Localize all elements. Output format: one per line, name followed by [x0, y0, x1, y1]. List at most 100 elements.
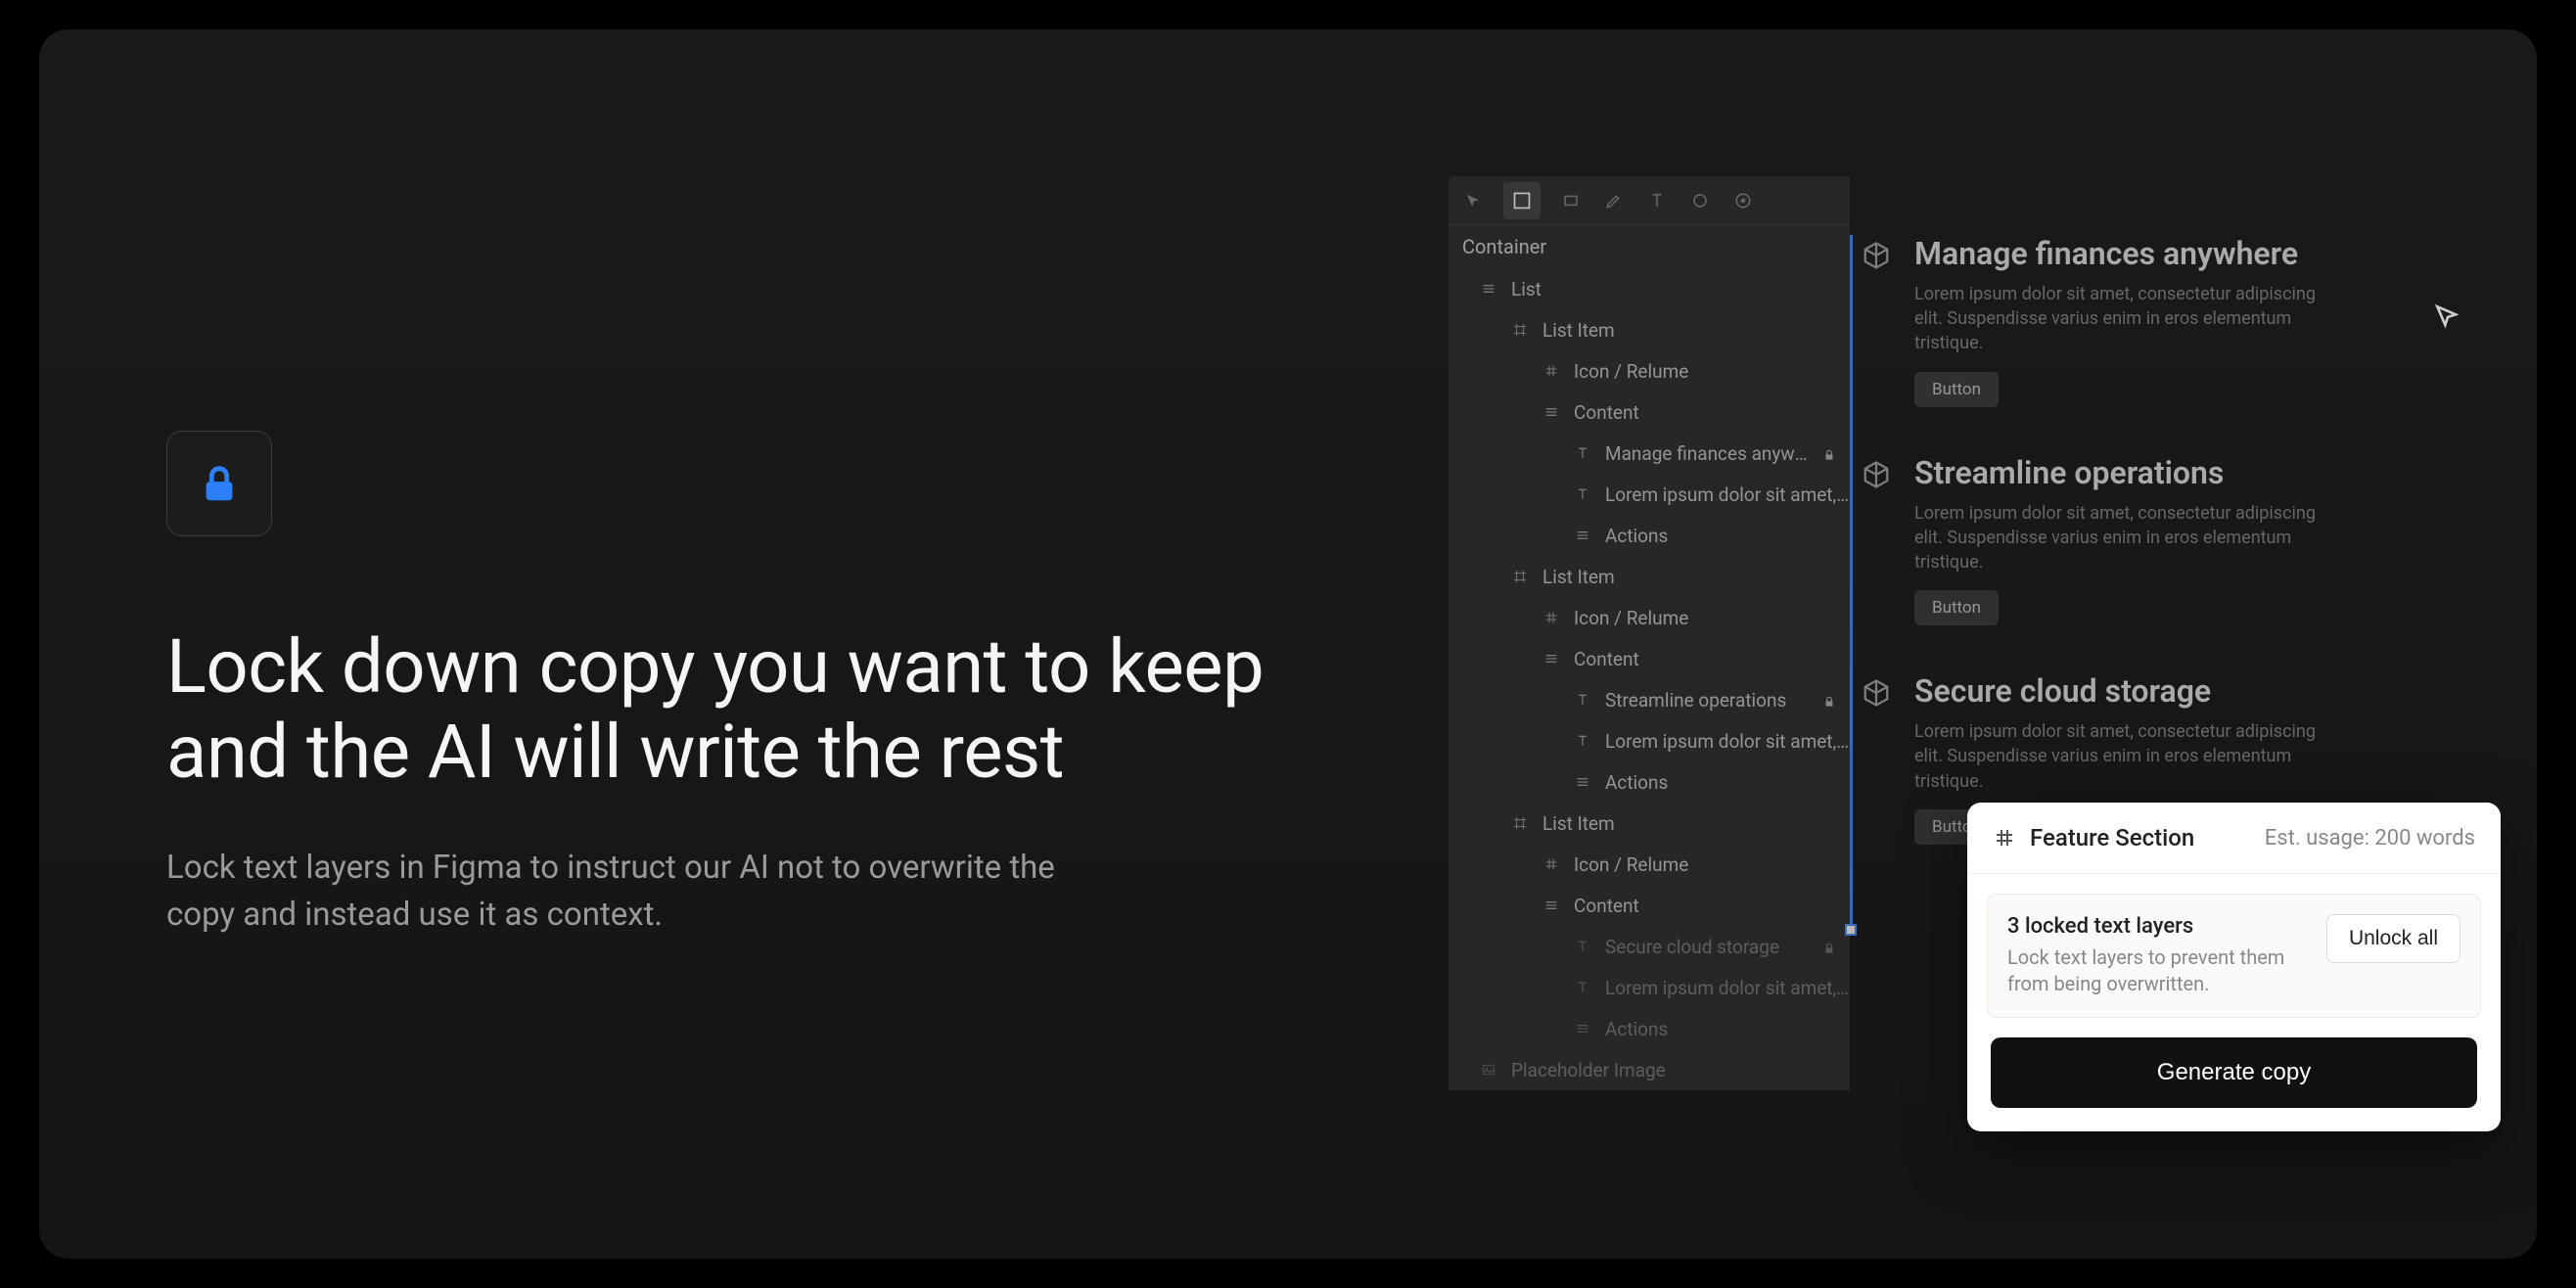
- text-icon: [1572, 442, 1593, 464]
- hash-icon: [1541, 360, 1562, 382]
- frame-icon: [1509, 319, 1531, 341]
- card-button[interactable]: Button: [1914, 590, 1999, 625]
- layer-row[interactable]: Lorem ipsum dolor sit amet, conse...: [1449, 720, 1850, 761]
- text-tool-icon[interactable]: [1644, 188, 1670, 213]
- hero-subhead: Lock text layers in Figma to instruct ou…: [166, 845, 1096, 939]
- card-button[interactable]: Button: [1914, 372, 1999, 407]
- text-icon: [1572, 936, 1593, 957]
- card-desc: Lorem ipsum dolor sit amet, consectetur …: [1914, 719, 2335, 794]
- layer-row[interactable]: Icon / Relume: [1449, 597, 1850, 638]
- layer-label: Lorem ipsum dolor sit amet, conse...: [1605, 977, 1850, 999]
- card-title: Secure cloud storage: [1914, 672, 2537, 710]
- canvas-preview: Manage finances anywhere Lorem ipsum dolo…: [1860, 235, 2537, 892]
- layer-row[interactable]: Content: [1449, 638, 1850, 679]
- lock-icon: [197, 461, 242, 506]
- text-icon: [1572, 689, 1593, 711]
- layer-row[interactable]: Content: [1449, 885, 1850, 926]
- image-icon: [1478, 1059, 1499, 1081]
- list-icon: [1478, 278, 1499, 299]
- layer-row[interactable]: Streamline operations: [1449, 679, 1850, 720]
- list-icon: [1541, 401, 1562, 423]
- locked-desc: Lock text layers to prevent them from be…: [2007, 944, 2309, 997]
- list-icon: [1572, 1018, 1593, 1039]
- feature-card-item: Streamline operations Lorem ipsum dolor s…: [1860, 454, 2537, 626]
- layer-row[interactable]: Actions: [1449, 761, 1850, 803]
- cube-icon: [1860, 239, 1893, 272]
- card-title: Streamline operations: [1914, 454, 2537, 491]
- card-desc: Lorem ipsum dolor sit amet, consectetur …: [1914, 282, 2335, 356]
- layer-label: Secure cloud storage: [1605, 936, 1815, 958]
- generate-copy-button[interactable]: Generate copy: [1991, 1037, 2477, 1108]
- move-tool-icon[interactable]: [1460, 188, 1486, 213]
- layer-label: Content: [1574, 648, 1850, 670]
- text-icon: [1572, 977, 1593, 998]
- text-icon: [1572, 730, 1593, 752]
- locked-layers-notice: 3 locked text layers Lock text layers to…: [1987, 894, 2481, 1018]
- lock-icon: [1822, 691, 1840, 709]
- layer-label: List Item: [1542, 566, 1850, 588]
- layer-label: List: [1511, 278, 1850, 300]
- layer-label: Icon / Relume: [1574, 607, 1850, 629]
- generate-popup: Feature Section Est. usage: 200 words 3 …: [1967, 803, 2501, 1131]
- layer-row[interactable]: Manage finances anywhere: [1449, 433, 1850, 474]
- layer-label: Content: [1574, 895, 1850, 917]
- cube-icon: [1860, 458, 1893, 491]
- layer-label: Actions: [1605, 771, 1850, 794]
- layer-label: List Item: [1542, 812, 1850, 835]
- layer-row[interactable]: Actions: [1449, 515, 1850, 556]
- hash-icon: [1993, 826, 2016, 850]
- layer-row[interactable]: Icon / Relume: [1449, 844, 1850, 885]
- layer-label: Placeholder Image: [1511, 1059, 1850, 1081]
- layer-label: Actions: [1605, 525, 1850, 547]
- hero-headline: Lock down copy you want to keep and the …: [166, 624, 1292, 796]
- layer-label: Lorem ipsum dolor sit amet, conse...: [1605, 483, 1850, 506]
- figma-layers-panel: Container List List Item Icon / Relume Cont…: [1449, 176, 1850, 1090]
- list-icon: [1572, 525, 1593, 546]
- layer-row[interactable]: List: [1449, 268, 1850, 309]
- popup-usage: Est. usage: 200 words: [2265, 826, 2475, 851]
- layer-row[interactable]: List Item: [1449, 556, 1850, 597]
- card-title: Manage finances anywhere: [1914, 235, 2537, 272]
- layer-row[interactable]: List Item: [1449, 803, 1850, 844]
- layer-label: Icon / Relume: [1574, 853, 1850, 876]
- rectangle-tool-icon[interactable]: [1558, 188, 1584, 213]
- layer-row[interactable]: Icon / Relume: [1449, 350, 1850, 391]
- cube-icon: [1860, 676, 1893, 710]
- selection-handle[interactable]: [1845, 924, 1857, 936]
- layer-row[interactable]: Actions: [1449, 1008, 1850, 1049]
- list-icon: [1541, 895, 1562, 916]
- card-desc: Lorem ipsum dolor sit amet, consectetur …: [1914, 501, 2335, 575]
- layer-row[interactable]: Placeholder Image: [1449, 1049, 1850, 1090]
- popup-section-name: Feature Section: [2030, 824, 2251, 851]
- hash-icon: [1541, 853, 1562, 875]
- layer-row[interactable]: Lorem ipsum dolor sit amet, conse...: [1449, 474, 1850, 515]
- layer-label: Manage finances anywhere: [1605, 442, 1815, 465]
- lock-icon: [1822, 938, 1840, 955]
- layer-row[interactable]: List Item: [1449, 309, 1850, 350]
- layer-row[interactable]: Content: [1449, 391, 1850, 433]
- layer-label: Content: [1574, 401, 1850, 424]
- lock-icon: [1822, 444, 1840, 462]
- text-icon: [1572, 483, 1593, 505]
- lock-badge: [166, 431, 272, 536]
- hash-icon: [1541, 607, 1562, 628]
- container-label[interactable]: Container: [1449, 225, 1850, 268]
- frame-tool-icon[interactable]: [1503, 182, 1541, 219]
- popup-header: Feature Section Est. usage: 200 words: [1967, 803, 2501, 874]
- list-icon: [1541, 648, 1562, 669]
- cursor-icon: [2432, 301, 2463, 333]
- layer-label: Actions: [1605, 1018, 1850, 1040]
- layer-row[interactable]: Secure cloud storage: [1449, 926, 1850, 967]
- pen-tool-icon[interactable]: [1601, 188, 1627, 213]
- hero-content: Lock down copy you want to keep and the …: [166, 431, 1292, 938]
- layer-row[interactable]: Lorem ipsum dolor sit amet, conse...: [1449, 967, 1850, 1008]
- hand-tool-icon[interactable]: [1687, 188, 1713, 213]
- layer-label: Streamline operations: [1605, 689, 1815, 712]
- list-icon: [1572, 771, 1593, 793]
- layer-label: Lorem ipsum dolor sit amet, conse...: [1605, 730, 1850, 753]
- frame-icon: [1509, 812, 1531, 834]
- frame-icon: [1509, 566, 1531, 587]
- unlock-all-button[interactable]: Unlock all: [2326, 914, 2461, 963]
- comment-tool-icon[interactable]: [1730, 188, 1756, 213]
- layer-label: Icon / Relume: [1574, 360, 1850, 383]
